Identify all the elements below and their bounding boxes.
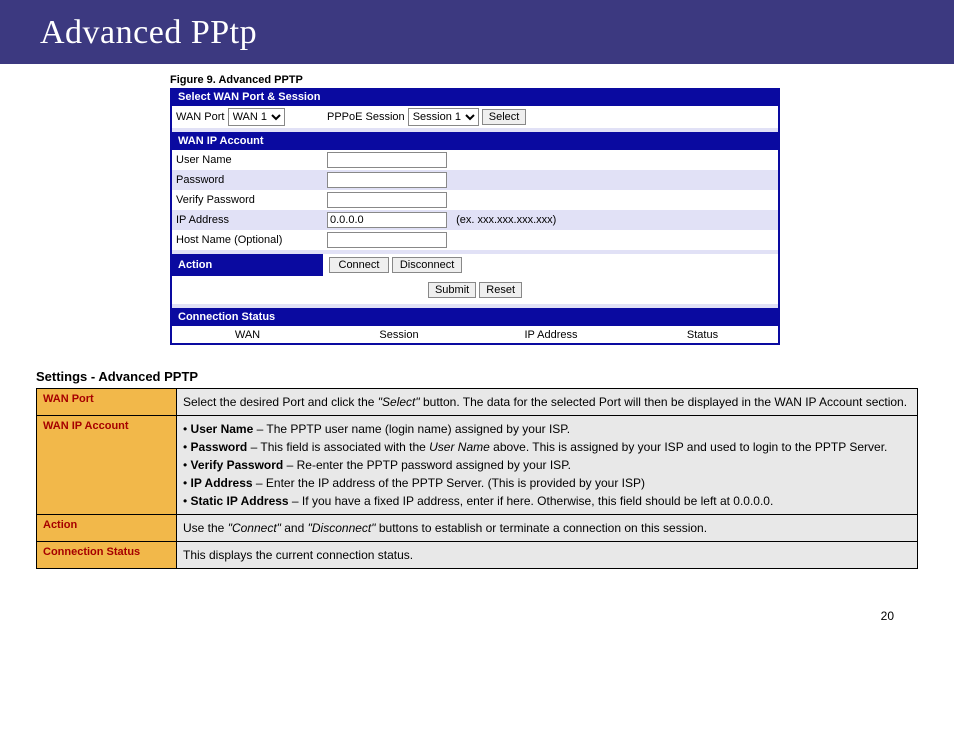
user-name-input[interactable] <box>327 152 447 168</box>
row-conn-val: This displays the current connection sta… <box>177 542 918 569</box>
pppoe-session-select[interactable]: Session 1 <box>408 108 479 126</box>
host-name-label: Host Name (Optional) <box>171 230 323 250</box>
user-name-label: User Name <box>171 150 323 170</box>
ip-address-input[interactable] <box>327 212 447 228</box>
wan-port-label: WAN Port <box>176 111 225 123</box>
verify-password-label: Verify Password <box>171 190 323 210</box>
row-wan-port-key: WAN Port <box>37 389 177 416</box>
ip-example: (ex. xxx.xxx.xxx.xxx) <box>456 214 556 226</box>
ip-address-label: IP Address <box>171 210 323 230</box>
config-table: Select WAN Port & Session WAN Port WAN 1… <box>170 88 780 345</box>
host-name-input[interactable] <box>327 232 447 248</box>
wan-port-select[interactable]: WAN 1 <box>228 108 285 126</box>
row-wan-port-val: Select the desired Port and click the "S… <box>177 389 918 416</box>
page-number: 20 <box>0 569 954 633</box>
password-label: Password <box>171 170 323 190</box>
col-wan: WAN <box>171 326 323 344</box>
settings-table: WAN Port Select the desired Port and cli… <box>36 388 918 569</box>
col-status: Status <box>627 326 779 344</box>
section-action: Action <box>171 254 323 276</box>
disconnect-button[interactable]: Disconnect <box>392 257 462 273</box>
section-connection-status: Connection Status <box>171 308 779 326</box>
row-wan-ip-val: User Name – The PPTP user name (login na… <box>177 416 918 515</box>
select-button[interactable]: Select <box>482 109 527 125</box>
col-session: Session <box>323 326 475 344</box>
page-title: Advanced PPtp <box>0 0 954 64</box>
row-conn-key: Connection Status <box>37 542 177 569</box>
connect-button[interactable]: Connect <box>329 257 389 273</box>
row-action-val: Use the "Connect" and "Disconnect" butto… <box>177 515 918 542</box>
password-input[interactable] <box>327 172 447 188</box>
submit-button[interactable]: Submit <box>428 282 476 298</box>
figure-caption: Figure 9. Advanced PPTP <box>170 74 954 86</box>
row-wan-ip-key: WAN IP Account <box>37 416 177 515</box>
settings-title: Settings - Advanced PPTP <box>36 369 918 384</box>
row-action-key: Action <box>37 515 177 542</box>
col-ip: IP Address <box>475 326 627 344</box>
section-select-wan: Select WAN Port & Session <box>171 88 779 106</box>
section-wan-ip: WAN IP Account <box>171 132 779 150</box>
reset-button[interactable]: Reset <box>479 282 522 298</box>
pppoe-session-label: PPPoE Session <box>327 111 405 123</box>
verify-password-input[interactable] <box>327 192 447 208</box>
